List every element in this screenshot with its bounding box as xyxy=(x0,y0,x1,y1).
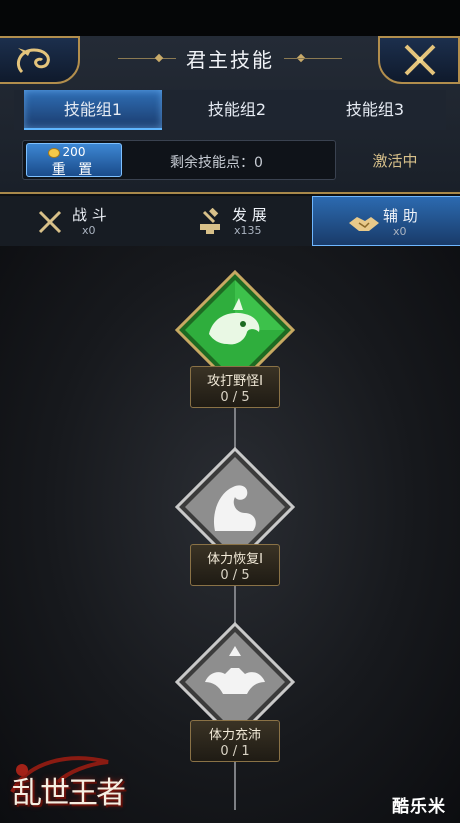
close-button[interactable] xyxy=(378,36,460,84)
watermark: 酷乐米 xyxy=(392,797,446,817)
tab-skill-group-2[interactable]: 技能组2 xyxy=(168,90,306,130)
skill-level: 0 / 1 xyxy=(220,744,250,759)
skill-name: 攻打野怪I xyxy=(207,374,263,389)
activation-status: 激活中 xyxy=(372,152,418,170)
back-button[interactable] xyxy=(0,36,80,84)
crossed-swords-close-icon xyxy=(404,44,436,76)
anvil-hammer-icon xyxy=(200,208,220,234)
crossed-swords-icon xyxy=(38,210,62,234)
tab-combat[interactable]: 战 斗 x0 xyxy=(0,196,150,246)
tab-support[interactable]: 辅 助 x0 xyxy=(312,196,460,246)
skill-level: 0 / 5 xyxy=(220,568,250,583)
tab-combat-count: x0 xyxy=(82,224,96,237)
skill-level: 0 / 5 xyxy=(220,390,250,405)
tab-development-label: 发 展 xyxy=(232,206,267,224)
remaining-points-label: 剩余技能点：0 xyxy=(170,155,263,171)
reset-cost: 200 xyxy=(62,145,86,159)
top-black-strip xyxy=(0,0,460,36)
tab-support-label: 辅 助 xyxy=(383,207,418,225)
game-logo-text: 乱世王者 xyxy=(12,776,126,811)
tab-combat-label: 战 斗 xyxy=(72,206,107,224)
tab-development-count: x135 xyxy=(234,224,262,237)
tab-skill-group-1[interactable]: 技能组1 xyxy=(24,90,162,130)
tab-support-count: x0 xyxy=(393,225,407,238)
handshake-icon xyxy=(349,217,379,231)
tab-development[interactable]: 发 展 x135 xyxy=(156,196,306,246)
tab-skill-group-3[interactable]: 技能组3 xyxy=(306,90,444,130)
skill-name: 体力恢复I xyxy=(207,552,263,567)
skill-name: 体力充沛 xyxy=(208,728,261,743)
reset-label: 重 置 xyxy=(51,162,97,178)
title-divider-right xyxy=(284,58,342,59)
dragon-emblem-icon xyxy=(17,48,50,74)
